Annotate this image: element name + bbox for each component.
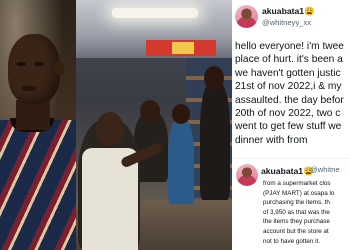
store-scene-photo <box>76 0 232 250</box>
tweet-author-name[interactable]: akuabata1😩 <box>261 166 314 177</box>
tweet-text: hello everyone! i'm twee place of hurt. … <box>235 40 350 147</box>
person-blue-shirt <box>168 118 194 204</box>
panel-edge <box>344 0 350 250</box>
tweet-author-handle[interactable]: @whitneyy_xx <box>262 18 311 27</box>
person-head <box>172 104 190 124</box>
tweet-line: 21st of nov 2022,i & my <box>235 81 342 93</box>
ceiling-light <box>112 8 198 18</box>
person-head <box>204 66 224 90</box>
user-avatar[interactable] <box>235 5 258 28</box>
tweet-line: place of hurt. it's been a <box>235 54 343 66</box>
person-head <box>140 100 160 122</box>
person-head <box>96 112 124 146</box>
tweet-line: assaulted. the day befor <box>235 94 344 106</box>
tweet-screenshot: akuabata1😩 @whitneyy_xx hello everyone! … <box>232 0 350 250</box>
tweet-divider <box>232 158 350 159</box>
user-avatar[interactable] <box>236 164 258 186</box>
ear <box>54 60 64 76</box>
tweet-line: we haven't gotten justic <box>235 67 341 79</box>
tweet-author-name[interactable]: akuabata1😩 <box>262 6 315 17</box>
tweet-line: of 3,950 as that was the <box>263 208 330 216</box>
tweet-line: (PJAY MART) at osapa lo <box>263 189 335 197</box>
mouth <box>22 86 36 91</box>
tweet-line: the items they purchase <box>263 218 330 226</box>
tweet-author-handle[interactable]: @whitne <box>310 165 340 174</box>
tweet-line: went to get few stuff we <box>235 121 342 133</box>
tweet-line: hello everyone! i'm twee <box>235 41 344 52</box>
tweet-line: account but the store at <box>263 227 329 235</box>
tweet-line: 20th of nov 2022, two c <box>235 107 341 119</box>
selfie-photo <box>0 0 76 250</box>
right-eye <box>34 62 44 66</box>
tweet-line: from a supermarket clos <box>263 180 331 187</box>
tweet-line: not to have gotten it. <box>263 237 321 245</box>
tweet-line: purchasing the items, th <box>263 199 330 207</box>
tweet-text: from a supermarket clos (PJAY MART) at o… <box>263 179 350 246</box>
striped-shirt <box>0 120 76 250</box>
neck <box>16 100 50 130</box>
left-eye <box>16 62 26 66</box>
store-banner-accent <box>172 42 194 54</box>
person-standing-right <box>200 80 230 200</box>
tweet-line: dinner with from <box>235 134 308 146</box>
face <box>8 34 60 104</box>
